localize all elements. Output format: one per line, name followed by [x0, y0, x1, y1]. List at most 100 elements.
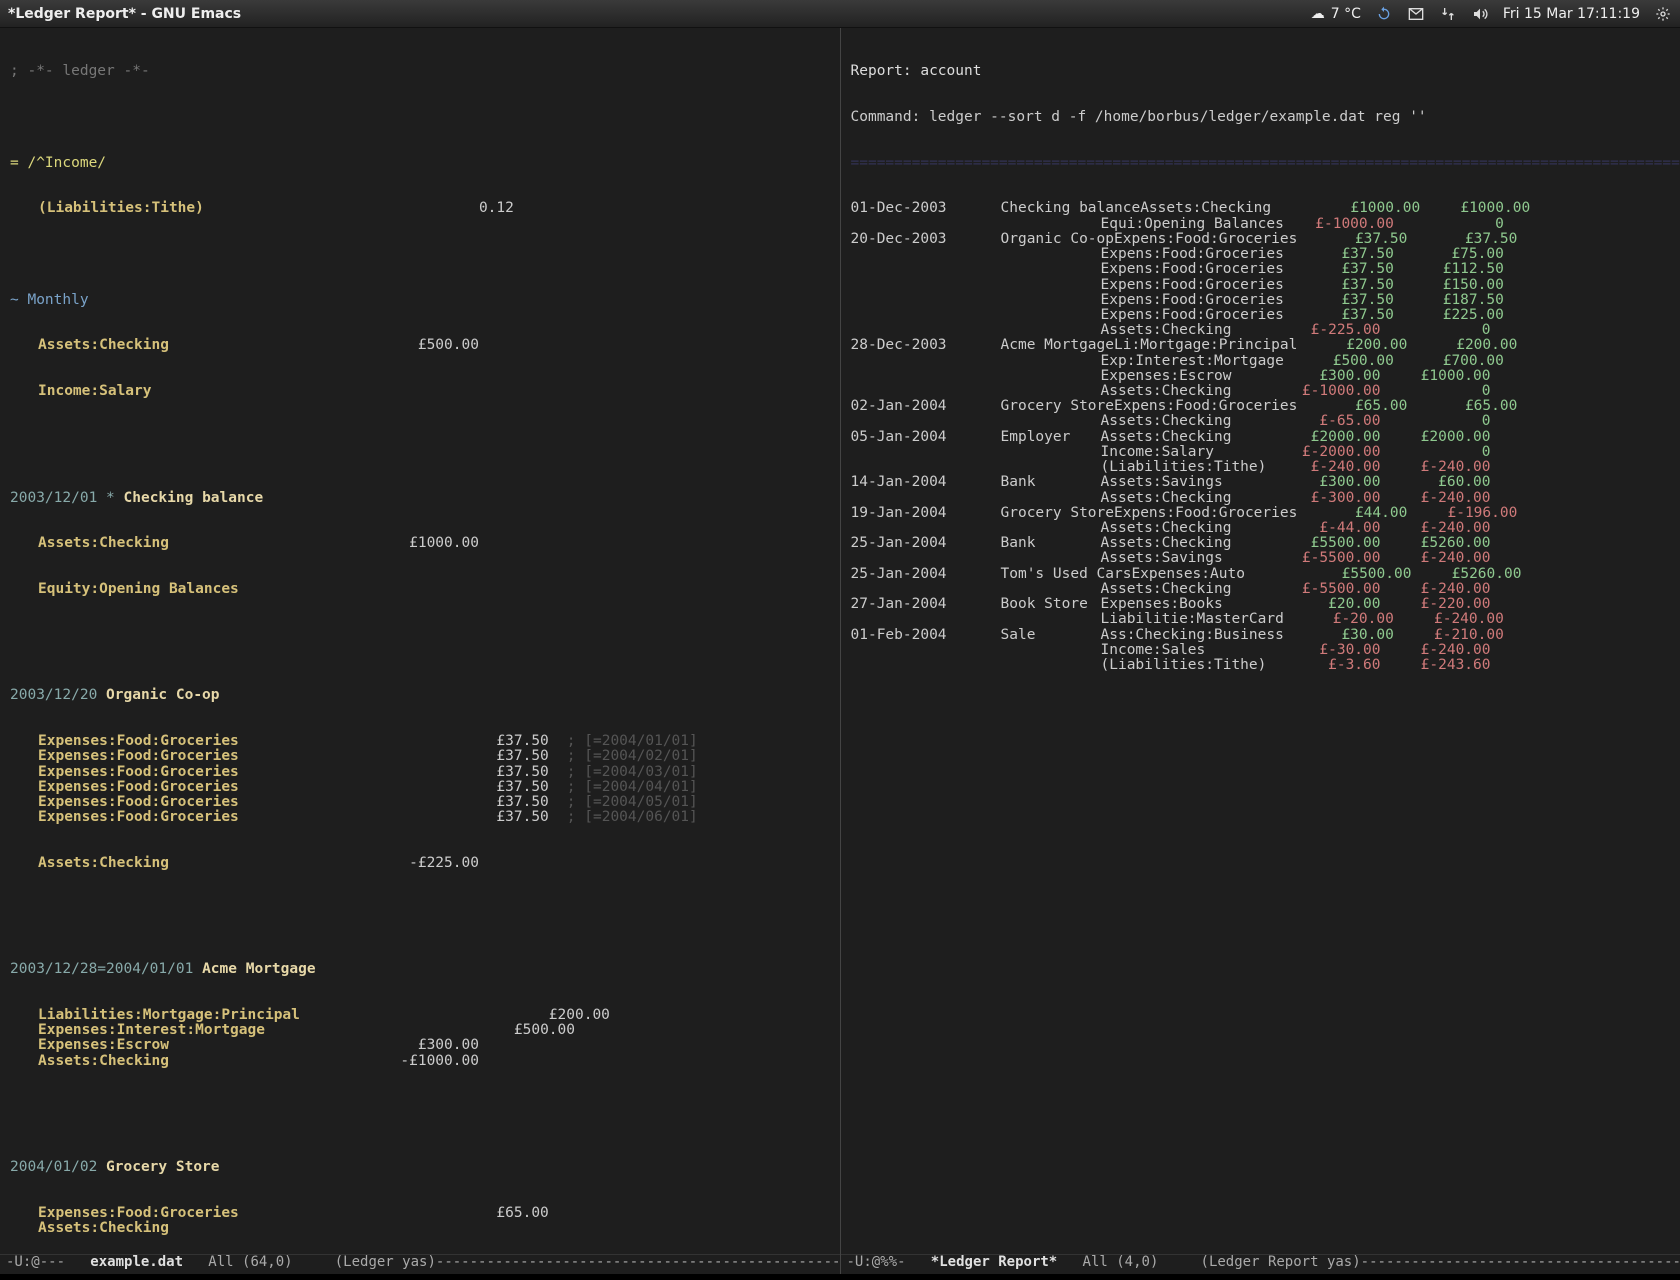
periodic-txn: ~ Monthly: [10, 292, 89, 308]
report-amount: £-3.60: [1271, 658, 1381, 673]
volume-icon[interactable]: [1471, 5, 1489, 23]
posting-amount: £37.50: [239, 780, 549, 795]
modeline-left[interactable]: -U:@--- example.dat All (64,0) (Ledger y…: [0, 1254, 840, 1274]
report-amount: £5500.00: [1301, 567, 1411, 582]
report-account: Assets:Checking: [1101, 582, 1271, 597]
posting-amount: 0.12: [204, 201, 514, 216]
report-row: Equi:Opening Balances£-1000.000: [851, 217, 1671, 232]
report-balance: £-240.00: [1394, 612, 1504, 627]
clock[interactable]: Fri 15 Mar 17:11:19: [1503, 6, 1640, 22]
posting-amount: £37.50: [239, 810, 549, 825]
report-row: 02-Jan-2004Grocery StoreExpens:Food:Groc…: [851, 399, 1671, 414]
report-amount: £-240.00: [1271, 460, 1381, 475]
report-amount: £5500.00: [1271, 536, 1381, 551]
report-amount: £37.50: [1284, 262, 1394, 277]
report-command: Command: ledger --sort d -f /home/borbus…: [851, 110, 1671, 125]
report-amount: £300.00: [1271, 369, 1381, 384]
report-row: Assets:Checking£-1000.000: [851, 384, 1671, 399]
posting-comment: ; [=2004/02/01]: [549, 749, 698, 764]
report-row: Expens:Food:Groceries£37.50£150.00: [851, 278, 1671, 293]
report-date: [851, 369, 1001, 384]
report-payee: [1001, 217, 1101, 232]
report-account: Assets:Checking: [1140, 201, 1310, 216]
report-amount: £37.50: [1284, 293, 1394, 308]
weather-indicator[interactable]: ☁ 7 °C: [1309, 5, 1361, 23]
report-balance: £60.00: [1381, 475, 1491, 490]
report-payee: [1001, 521, 1101, 536]
automated-txn: = /^Income/: [10, 155, 106, 171]
report-account: Assets:Checking: [1101, 521, 1271, 536]
report-date: 05-Jan-2004: [851, 430, 1001, 445]
report-payee: Bank: [1001, 536, 1101, 551]
report-amount: £1000.00: [1310, 201, 1420, 216]
report-account: Liabilitie:MasterCard: [1101, 612, 1284, 627]
report-date: [851, 643, 1001, 658]
report-row: Expens:Food:Groceries£37.50£225.00: [851, 308, 1671, 323]
report-account: Expenses:Auto: [1131, 567, 1301, 582]
report-balance: £-240.00: [1381, 582, 1491, 597]
posting-account: Expenses:Food:Groceries: [38, 734, 239, 749]
report-balance: £-240.00: [1381, 551, 1491, 566]
posting-account: Assets:Checking: [38, 1221, 169, 1236]
modeline-right[interactable]: -U:@%%- *Ledger Report* All (4,0) (Ledge…: [841, 1254, 1680, 1274]
report-amount: £-20.00: [1284, 612, 1394, 627]
report-balance: £75.00: [1394, 247, 1504, 262]
posting-amount: -£1000.00: [169, 1054, 479, 1069]
buffer-ledger-report[interactable]: Report: account Command: ledger --sort d…: [841, 28, 1680, 1274]
report-date: [851, 582, 1001, 597]
report-date: [851, 278, 1001, 293]
report-amount: £37.50: [1284, 278, 1394, 293]
report-row: (Liabilities:Tithe)£-240.00£-240.00: [851, 460, 1671, 475]
report-row: 28-Dec-2003Acme MortgageLi:Mortgage:Prin…: [851, 338, 1671, 353]
report-amount: £20.00: [1271, 597, 1381, 612]
report-account: Li:Mortgage:Principal: [1114, 338, 1297, 353]
report-title: Report: account: [851, 64, 1671, 79]
report-amount: £44.00: [1297, 506, 1407, 521]
report-date: [851, 293, 1001, 308]
buffer-example-dat[interactable]: ; -*- ledger -*- = /^Income/ (Liabilitie…: [0, 28, 841, 1274]
refresh-icon[interactable]: [1375, 5, 1393, 23]
emacs-frame: ; -*- ledger -*- = /^Income/ (Liabilitie…: [0, 28, 1680, 1274]
report-payee: [1001, 582, 1101, 597]
report-row: 27-Jan-2004Book StoreExpenses:Books£20.0…: [851, 597, 1671, 612]
report-payee: Employer: [1001, 430, 1101, 445]
report-date: 28-Dec-2003: [851, 338, 1001, 353]
report-account: Ass:Checking:Business: [1101, 628, 1284, 643]
report-separator: ========================================…: [851, 156, 1671, 171]
posting-account: Expenses:Food:Groceries: [38, 765, 239, 780]
report-date: [851, 308, 1001, 323]
report-payee: [1001, 354, 1101, 369]
posting-account: (Liabilities:Tithe): [38, 201, 204, 216]
report-balance: £2000.00: [1381, 430, 1491, 445]
report-row: Assets:Checking£-44.00£-240.00: [851, 521, 1671, 536]
report-amount: £30.00: [1284, 628, 1394, 643]
report-amount: £37.50: [1284, 247, 1394, 262]
report-payee: Tom's Used Cars: [1001, 567, 1132, 582]
report-balance: £112.50: [1394, 262, 1504, 277]
report-payee: [1001, 384, 1101, 399]
report-date: [851, 612, 1001, 627]
report-balance: £700.00: [1394, 354, 1504, 369]
report-row: 14-Jan-2004BankAssets:Savings£300.00£60.…: [851, 475, 1671, 490]
posting-amount: £300.00: [169, 1038, 479, 1053]
network-icon[interactable]: [1439, 5, 1457, 23]
report-account: Expens:Food:Groceries: [1101, 293, 1284, 308]
report-amount: £500.00: [1284, 354, 1394, 369]
report-payee: Sale: [1001, 628, 1101, 643]
report-payee: Grocery Store: [1001, 399, 1115, 414]
report-account: Expenses:Escrow: [1101, 369, 1271, 384]
mail-icon[interactable]: [1407, 5, 1425, 23]
posting-account: Expenses:Food:Groceries: [38, 795, 239, 810]
posting-comment: ; [=2004/06/01]: [549, 810, 698, 825]
posting-account: Liabilities:Mortgage:Principal: [38, 1008, 300, 1023]
report-row: Assets:Checking£-65.000: [851, 414, 1671, 429]
report-date: [851, 414, 1001, 429]
report-payee: [1001, 551, 1101, 566]
gear-icon[interactable]: [1654, 5, 1672, 23]
report-balance: £65.00: [1407, 399, 1517, 414]
report-row: (Liabilities:Tithe)£-3.60£-243.60: [851, 658, 1671, 673]
report-amount: £-5500.00: [1271, 582, 1381, 597]
report-row: Assets:Checking£-225.000: [851, 323, 1671, 338]
report-payee: [1001, 491, 1101, 506]
report-date: [851, 460, 1001, 475]
